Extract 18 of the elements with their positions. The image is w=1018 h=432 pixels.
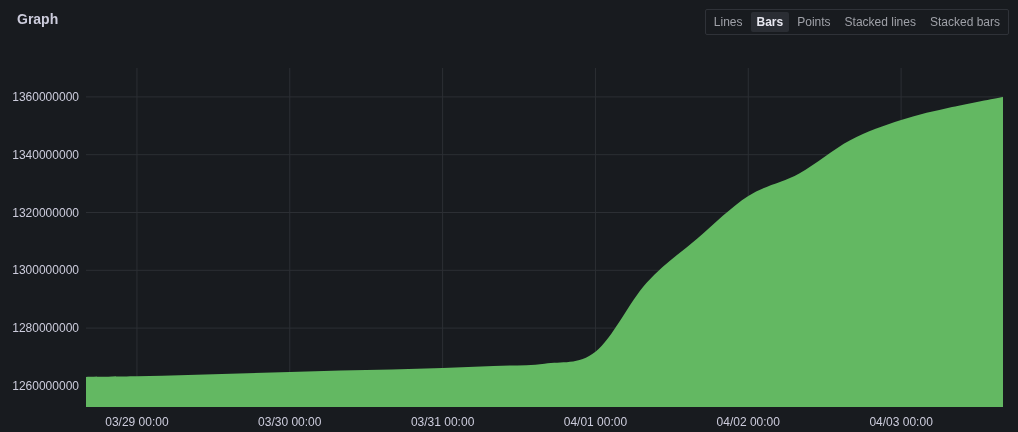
panel-title: Graph (17, 11, 59, 27)
y-axis-label: 1280000000 (12, 321, 79, 336)
mode-button[interactable]: Points (791, 12, 837, 32)
y-axis-label: 1260000000 (12, 378, 79, 393)
y-axis-label: 1360000000 (12, 89, 79, 104)
mode-button[interactable]: Stacked bars (923, 12, 1006, 32)
mode-button[interactable]: Lines (707, 12, 749, 32)
x-axis-label: 03/31 00:00 (410, 415, 475, 429)
y-axis-label: 1320000000 (12, 205, 79, 220)
x-axis-label: 04/03 00:00 (869, 415, 933, 429)
x-axis-label: 03/30 00:00 (258, 415, 322, 429)
x-axis-label: 04/02 00:00 (716, 415, 780, 429)
x-axis-label: 04/01 00:00 (563, 415, 628, 429)
mode-button[interactable]: Bars (750, 12, 790, 32)
x-axis-label: 03/29 00:00 (105, 415, 169, 429)
y-axis-label: 1340000000 (12, 147, 79, 162)
mode-button[interactable]: Stacked lines (838, 12, 922, 32)
y-axis-label: 1300000000 (12, 263, 79, 278)
